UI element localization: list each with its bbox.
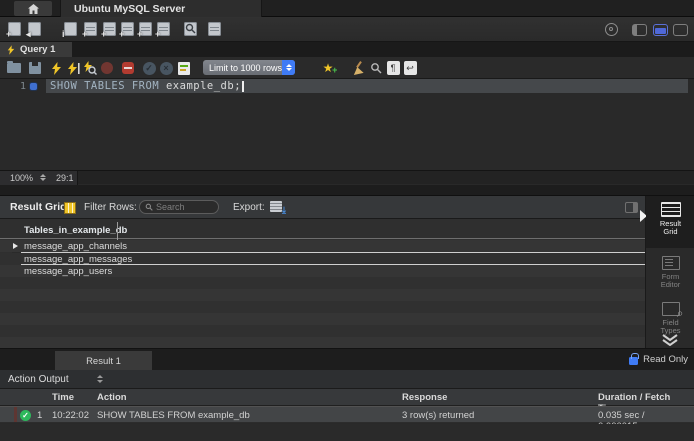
create-function-icon[interactable]: + bbox=[157, 22, 170, 36]
query-tab-bar: Query 1 bbox=[0, 42, 694, 57]
field-types-icon bbox=[662, 302, 680, 316]
limit-rows-dropdown[interactable]: Limit to 1000 rows bbox=[203, 60, 295, 75]
action-output-dropdown-icon[interactable] bbox=[97, 375, 103, 383]
open-file-icon[interactable] bbox=[6, 60, 22, 76]
col-time[interactable]: Time bbox=[52, 392, 74, 403]
main-toolbar: + ◂ i + + + + + bbox=[0, 17, 694, 42]
sql-editor[interactable]: 1 SHOW TABLES FROM example_db; bbox=[0, 79, 694, 170]
beautify-sql-icon[interactable] bbox=[350, 60, 366, 76]
query-tab-label: Query 1 bbox=[20, 44, 55, 55]
row-time: 10:22:02 bbox=[52, 410, 89, 421]
new-query-tab-icon[interactable]: + bbox=[8, 22, 21, 36]
magnifier-glyph bbox=[185, 23, 196, 34]
create-table-icon[interactable]: + bbox=[103, 22, 116, 36]
left-panel-toggle[interactable] bbox=[632, 24, 647, 36]
row-marker bbox=[14, 407, 17, 422]
create-procedure-icon[interactable]: + bbox=[139, 22, 152, 36]
col-action[interactable]: Action bbox=[97, 392, 127, 403]
lock-icon bbox=[629, 357, 638, 365]
stop-query-icon[interactable] bbox=[99, 60, 115, 76]
query-toolbar: ✓ × Limit to 1000 rows ★+ ¶ ↩ bbox=[0, 57, 694, 79]
row-action: SHOW TABLES FROM example_db bbox=[97, 410, 250, 421]
editor-status-bar: 100% 29:1 bbox=[0, 170, 694, 184]
column-header-label: Tables_in_example_db bbox=[24, 225, 127, 236]
row-index: 1 bbox=[37, 410, 42, 421]
sidebar-item-form-editor[interactable]: Form Editor bbox=[646, 252, 694, 298]
execute-current-statement-icon[interactable] bbox=[65, 60, 81, 76]
execute-query-icon[interactable] bbox=[48, 60, 64, 76]
panel-splitter[interactable] bbox=[0, 185, 694, 196]
result-grid-table[interactable]: Tables_in_example_db message_app_channel… bbox=[0, 219, 645, 348]
sidebar-item-result-grid[interactable]: Result Grid bbox=[646, 196, 694, 248]
action-output-empty-area bbox=[0, 424, 694, 441]
table-row[interactable]: message_app_channels bbox=[0, 240, 645, 252]
limit-rows-value: Limit to 1000 rows bbox=[203, 63, 282, 73]
grid-icon bbox=[64, 202, 76, 214]
text-caret bbox=[242, 81, 244, 92]
result-view-sidebar: Result Grid Form Editor Field Types bbox=[645, 196, 694, 348]
statement-marker-icon bbox=[30, 83, 37, 90]
export-label: Export: bbox=[233, 202, 265, 213]
connection-tab[interactable]: Ubuntu MySQL Server bbox=[60, 0, 262, 17]
col-response[interactable]: Response bbox=[402, 392, 447, 403]
home-icon bbox=[28, 4, 39, 14]
action-output-row[interactable]: ✓ 1 10:22:02 SHOW TABLES FROM example_db… bbox=[0, 406, 694, 423]
stop-on-error-toggle-icon[interactable] bbox=[120, 60, 136, 76]
action-output-header: Action Output bbox=[0, 370, 694, 389]
caret-position: 29:1 bbox=[56, 173, 74, 183]
home-tab[interactable] bbox=[14, 1, 52, 16]
table-row[interactable]: message_app_users bbox=[0, 265, 645, 277]
mysql-workbench-window: Ubuntu MySQL Server + ◂ i + + + + + Quer… bbox=[0, 0, 694, 441]
current-line-highlight[interactable]: SHOW TABLES FROM example_db; bbox=[46, 79, 688, 93]
show-invisibles-icon[interactable]: ¶ bbox=[385, 60, 401, 76]
export-icon[interactable] bbox=[270, 201, 282, 212]
save-script-icon[interactable] bbox=[27, 60, 43, 76]
search-icon bbox=[145, 203, 153, 211]
search-input[interactable] bbox=[156, 202, 212, 212]
title-bar: Ubuntu MySQL Server bbox=[0, 0, 694, 17]
explain-plan-icon[interactable] bbox=[82, 60, 98, 76]
reconnect-dbms-icon[interactable] bbox=[208, 22, 221, 36]
tab-result-1[interactable]: Result 1 bbox=[55, 351, 152, 371]
right-panel-toggle[interactable] bbox=[673, 24, 688, 36]
dropdown-stepper-icon bbox=[282, 60, 295, 75]
line-number: 1 bbox=[12, 81, 26, 92]
success-check-icon: ✓ bbox=[20, 410, 31, 421]
result-grid-view-icon bbox=[661, 202, 681, 217]
zoom-stepper-icon[interactable] bbox=[40, 174, 46, 182]
commit-icon[interactable]: ✓ bbox=[141, 60, 157, 76]
action-output-title: Action Output bbox=[8, 374, 69, 385]
result-grid-title: Result Grid bbox=[10, 201, 67, 213]
current-row-arrow-icon bbox=[13, 243, 18, 249]
row-response: 3 row(s) returned bbox=[402, 410, 474, 421]
status-circle-icon[interactable] bbox=[605, 23, 618, 36]
sql-code: SHOW TABLES FROM example_db; bbox=[46, 80, 244, 92]
object-inspector-icon[interactable]: i bbox=[64, 22, 77, 36]
save-snippet-icon[interactable]: ★+ bbox=[320, 60, 336, 76]
search-table-data-icon[interactable] bbox=[184, 22, 197, 36]
result-tab-bar: Result 1 Read Only bbox=[0, 348, 694, 370]
create-view-icon[interactable]: + bbox=[121, 22, 134, 36]
open-sql-script-icon[interactable]: ◂ bbox=[28, 22, 41, 36]
grid-column-header[interactable]: Tables_in_example_db bbox=[0, 222, 645, 239]
sidebar-collapse-chevron-icon[interactable] bbox=[660, 334, 680, 346]
form-editor-icon bbox=[662, 256, 680, 270]
read-only-status: Read Only bbox=[629, 354, 688, 365]
tab-query-1[interactable]: Query 1 bbox=[0, 42, 72, 57]
bottom-panel-toggle[interactable] bbox=[653, 24, 668, 36]
zoom-level: 100% bbox=[10, 173, 33, 183]
autocommit-toggle-icon[interactable] bbox=[176, 60, 192, 76]
rollback-icon[interactable]: × bbox=[158, 60, 174, 76]
connection-tab-title: Ubuntu MySQL Server bbox=[74, 3, 185, 15]
filter-search-box[interactable] bbox=[139, 200, 219, 214]
filter-rows-label: Filter Rows: bbox=[84, 202, 137, 213]
action-output-column-headers: Time Action Response Duration / Fetch Ti… bbox=[0, 389, 694, 406]
query-bolt-icon bbox=[7, 45, 15, 55]
result-grid-toolbar: Result Grid Filter Rows: Export: bbox=[0, 196, 645, 219]
create-schema-icon[interactable]: + bbox=[84, 22, 97, 36]
sidebar-item-field-types[interactable]: Field Types bbox=[646, 300, 694, 338]
wrap-text-icon[interactable]: ↩ bbox=[402, 60, 418, 76]
find-icon[interactable] bbox=[368, 60, 384, 76]
grid-panel-toggle-icon[interactable] bbox=[625, 202, 638, 213]
